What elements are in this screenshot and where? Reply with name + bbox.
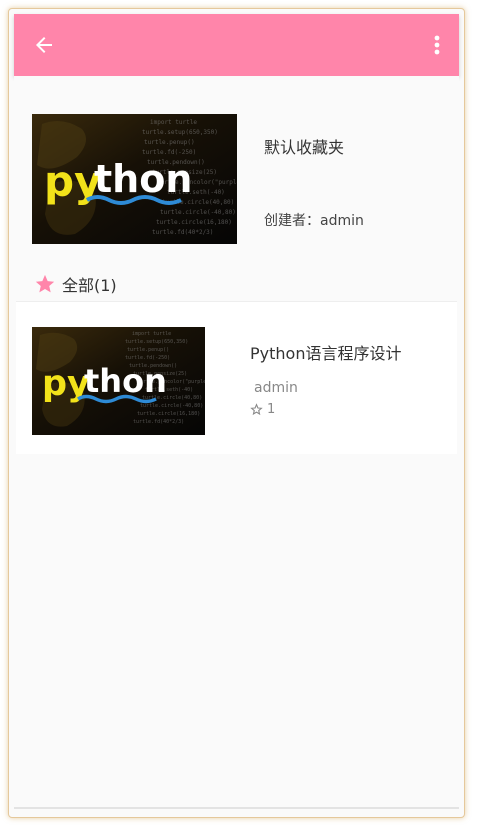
star-outline-icon [250, 403, 263, 416]
svg-text:thon: thon [84, 362, 167, 400]
app-frame: import turtle turtle.setup(650,350) turt… [8, 8, 465, 818]
item-author: admin [254, 380, 298, 396]
svg-text:thon: thon [94, 157, 192, 201]
list-item[interactable]: import turtle turtle.setup(650,350) turt… [16, 301, 457, 454]
back-button[interactable] [32, 33, 56, 57]
folder-name: 默认收藏夹 [264, 138, 345, 157]
svg-text:turtle.circle(16,180): turtle.circle(16,180) [156, 219, 232, 226]
content-area: import turtle turtle.setup(650,350) turt… [14, 76, 459, 809]
app-bar [14, 14, 459, 76]
svg-text:turtle.fd(40*2/3): turtle.fd(40*2/3) [152, 229, 213, 236]
svg-text:turtle.penup(): turtle.penup() [144, 139, 195, 146]
section-label: 全部(1) [62, 276, 117, 295]
item-stars: 1 [250, 402, 275, 417]
svg-text:turtle.fd(40*2/3): turtle.fd(40*2/3) [133, 419, 184, 425]
svg-text:import turtle: import turtle [132, 331, 171, 337]
folder-cover-image: import turtle turtle.setup(650,350) turt… [32, 114, 247, 244]
bottom-divider [14, 807, 459, 809]
svg-text:turtle.penup(): turtle.penup() [127, 347, 169, 353]
arrow-left-icon [36, 37, 52, 53]
item-cover-image: import turtle turtle.setup(650,350) turt… [32, 327, 212, 435]
svg-text:turtle.circle(-40,80): turtle.circle(-40,80) [140, 403, 203, 409]
svg-text:import turtle: import turtle [150, 119, 197, 126]
item-title: Python语言程序设计 [250, 344, 402, 363]
svg-text:turtle.circle(16,180): turtle.circle(16,180) [137, 411, 200, 417]
creator-value: admin [320, 213, 364, 229]
svg-text:turtle.fd(-250): turtle.fd(-250) [142, 149, 196, 156]
more-vert-icon [434, 35, 440, 55]
section-header: 全部(1) [34, 272, 117, 296]
star-icon [35, 274, 55, 293]
svg-text:turtle.fd(-250): turtle.fd(-250) [125, 355, 170, 361]
svg-text:turtle.circle(-40,80): turtle.circle(-40,80) [160, 209, 236, 216]
item-star-count: 1 [267, 402, 276, 417]
creator-label: 创建者： [264, 213, 320, 229]
folder-creator: 创建者：admin [264, 210, 364, 230]
svg-text:turtle.setup(650,350): turtle.setup(650,350) [125, 339, 188, 345]
more-menu-button[interactable] [432, 33, 442, 57]
svg-text:turtle.setup(650,350): turtle.setup(650,350) [142, 129, 218, 136]
